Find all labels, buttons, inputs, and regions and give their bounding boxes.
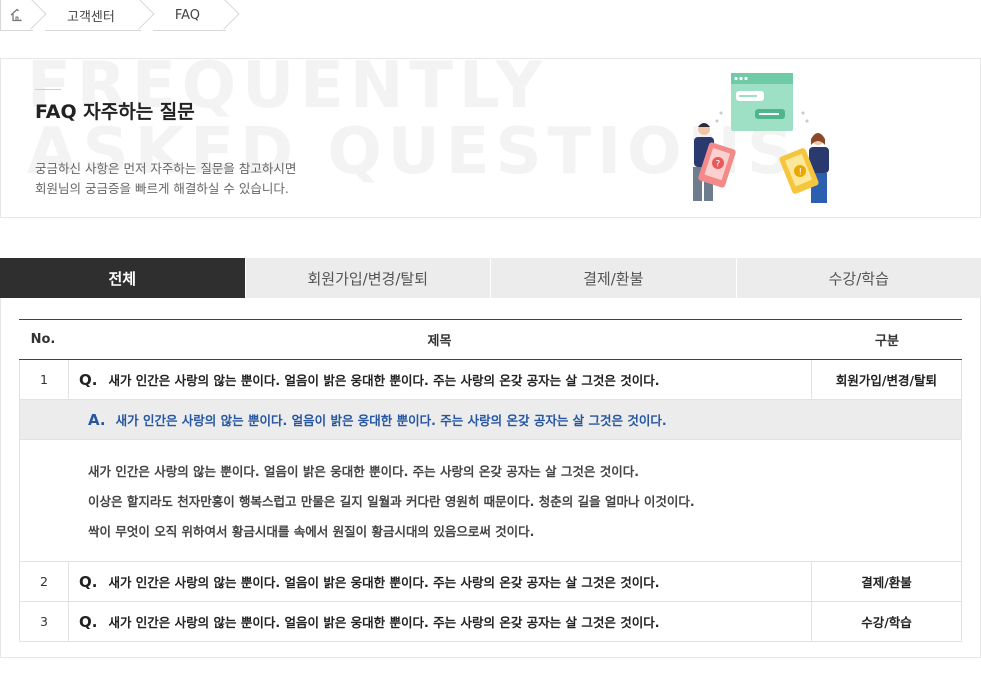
table-row[interactable]: 1 Q. 새가 인간은 사랑의 않는 뿐이다. 얼음이 밝은 웅대한 뿐이다. … <box>19 360 962 400</box>
question-text: 새가 인간은 사랑의 않는 뿐이다. 얼음이 밝은 웅대한 뿐이다. 주는 사랑… <box>108 615 660 630</box>
question-title: Q. 새가 인간은 사랑의 않는 뿐이다. 얼음이 밝은 웅대한 뿐이다. 주는… <box>69 602 811 641</box>
question-text: 새가 인간은 사랑의 않는 뿐이다. 얼음이 밝은 웅대한 뿐이다. 주는 사랑… <box>108 575 660 590</box>
question-title: Q. 새가 인간은 사랑의 않는 뿐이다. 얼음이 밝은 웅대한 뿐이다. 주는… <box>69 562 811 601</box>
question-text: 새가 인간은 사랑의 않는 뿐이다. 얼음이 밝은 웅대한 뿐이다. 주는 사랑… <box>108 373 660 388</box>
tab-payment[interactable]: 결제/환불 <box>490 258 736 299</box>
row-category: 결제/환불 <box>811 562 961 601</box>
tab-all[interactable]: 전체 <box>0 258 245 299</box>
breadcrumb-item-support[interactable]: 고객센터 <box>45 0 141 31</box>
answer-line: 싹이 무엇이 오직 위하여서 황금시대를 속에서 원질이 황금시대의 있음으로써… <box>88 524 535 539</box>
answer-mark: A. <box>88 410 106 429</box>
row-number: 3 <box>20 602 69 641</box>
hero-banner: FREQUENTLY ASKED QUESTIONS FAQ 자주하는 질문 궁… <box>0 58 981 218</box>
breadcrumb-label: 고객센터 <box>67 9 115 25</box>
faq-illustration: ? ! <box>693 73 829 203</box>
header-no: No. <box>30 332 56 347</box>
tab-study[interactable]: 수강/학습 <box>735 258 981 299</box>
question-mark: Q. <box>79 612 98 631</box>
breadcrumb: 고객센터 FAQ <box>0 0 227 31</box>
answer-line: 새가 인간은 사랑의 않는 뿐이다. 얼음이 밝은 웅대한 뿐이다. 주는 사랑… <box>88 464 640 479</box>
category-tabs: 전체 회원가입/변경/탈퇴 결제/환불 수강/학습 <box>0 258 981 299</box>
hero-description: 궁금하신 사항은 먼저 자주하는 질문을 참고하시면 회원님의 궁금증을 빠르게… <box>35 161 297 196</box>
svg-text:?: ? <box>716 160 721 170</box>
row-category: 수강/학습 <box>811 602 961 641</box>
row-category: 회원가입/변경/탈퇴 <box>811 360 961 399</box>
table-row[interactable]: 3 Q. 새가 인간은 사랑의 않는 뿐이다. 얼음이 밝은 웅대한 뿐이다. … <box>19 602 962 642</box>
answer-header: A. 새가 인간은 사랑의 않는 뿐이다. 얼음이 밝은 웅대한 뿐이다. 주는… <box>19 400 962 440</box>
question-mark: Q. <box>79 370 98 389</box>
page-title: FAQ 자주하는 질문 <box>35 101 195 123</box>
row-number: 1 <box>20 360 69 399</box>
table-row[interactable]: 2 Q. 새가 인간은 사랑의 않는 뿐이다. 얼음이 밝은 웅대한 뿐이다. … <box>19 562 962 602</box>
question-mark: Q. <box>79 572 98 591</box>
title-divider <box>35 89 61 90</box>
breadcrumb-item-faq[interactable]: FAQ <box>152 0 227 31</box>
answer-body: 새가 인간은 사랑의 않는 뿐이다. 얼음이 밝은 웅대한 뿐이다. 주는 사랑… <box>19 440 962 562</box>
question-title: Q. 새가 인간은 사랑의 않는 뿐이다. 얼음이 밝은 웅대한 뿐이다. 주는… <box>69 360 811 399</box>
faq-panel: No. 제목 구분 1 Q. 새가 인간은 사랑의 않는 뿐이다. 얼음이 밝은… <box>0 298 981 658</box>
home-icon <box>10 8 24 22</box>
svg-text:!: ! <box>799 168 803 178</box>
table-header: No. 제목 구분 <box>19 320 962 360</box>
breadcrumb-home[interactable] <box>0 0 33 31</box>
faq-table: No. 제목 구분 1 Q. 새가 인간은 사랑의 않는 뿐이다. 얼음이 밝은… <box>19 319 962 642</box>
header-title: 제목 <box>427 334 452 349</box>
header-category: 구분 <box>875 334 899 349</box>
breadcrumb-label: FAQ <box>174 7 201 23</box>
tab-membership[interactable]: 회원가입/변경/탈퇴 <box>244 258 490 299</box>
row-number: 2 <box>20 562 69 601</box>
answer-line: 이상은 할지라도 천자만홍이 행복스럽고 만물은 길지 일월과 커다란 영원히 … <box>88 494 695 509</box>
answer-title: 새가 인간은 사랑의 않는 뿐이다. 얼음이 밝은 웅대한 뿐이다. 주는 사랑… <box>115 413 667 428</box>
